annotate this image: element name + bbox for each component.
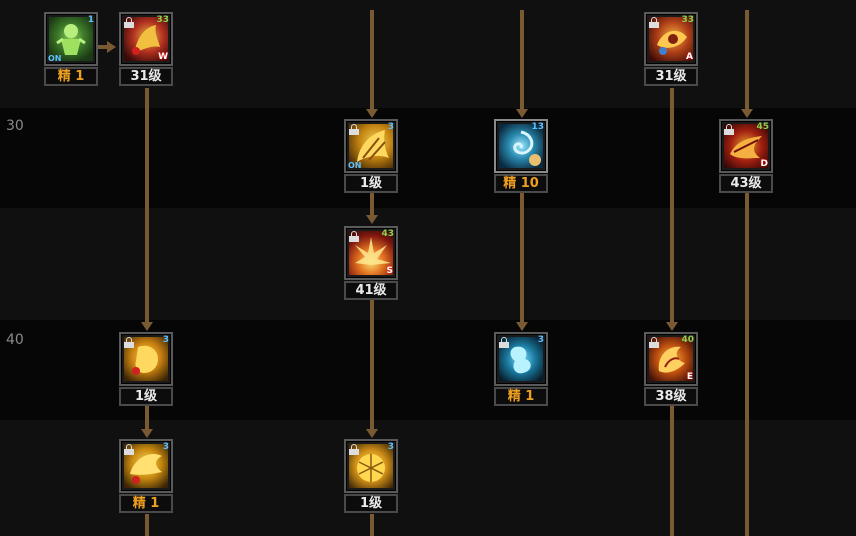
skill-frame: 3 ON (344, 119, 398, 173)
arrow-s12-s5 (141, 429, 153, 438)
lock-icon (124, 444, 134, 455)
connector-s9-s10 (670, 88, 674, 323)
skill-level-label: 1级 (119, 387, 173, 406)
connector-s2-s12 (145, 88, 149, 323)
skill-badge: 33 (156, 15, 169, 25)
connector-s11-down (745, 193, 749, 536)
skill-badge: 40 (681, 335, 694, 345)
connector-s3-s4 (370, 193, 374, 216)
skill-node-s6[interactable]: 3 1级 (344, 439, 398, 513)
connector-top-s3 (370, 10, 374, 110)
skill-level-label: 精 1 (44, 67, 98, 86)
row-label-40: 40 (6, 332, 24, 348)
skill-key-letter: W (158, 52, 168, 62)
connector-s10-down (670, 406, 674, 536)
lock-icon (124, 17, 134, 28)
skill-level-label: 1级 (344, 494, 398, 513)
arrow-s7-s8 (516, 322, 528, 331)
skill-frame: 3 (119, 332, 173, 386)
skill-level-label: 31级 (119, 67, 173, 86)
skill-node-s10[interactable]: 40 E 38级 (644, 332, 698, 406)
skill-badge: 3 (162, 335, 169, 345)
skill-badge: 3 (162, 442, 169, 452)
skill-badge: 3 (387, 122, 394, 132)
arrow-s9-s10 (666, 322, 678, 331)
skill-badge: 43 (381, 229, 394, 239)
skill-level-label: 精 1 (494, 387, 548, 406)
skill-badge: 1 (87, 15, 94, 25)
arrow-s4-s6 (366, 429, 378, 438)
skill-frame: 13 (494, 119, 548, 173)
skill-node-s8[interactable]: 3 精 1 (494, 332, 548, 406)
skill-badge: 45 (756, 122, 769, 132)
skill-frame: 3 (494, 332, 548, 386)
arrow-s1-s2 (107, 41, 116, 53)
on-indicator: ON (48, 54, 62, 63)
connector-top-s11 (745, 10, 749, 110)
skill-node-s11[interactable]: 45 D 43级 (719, 119, 773, 193)
arrow-top-s3 (366, 109, 378, 118)
skill-level-label: 精 1 (119, 494, 173, 513)
on-indicator: ON (348, 161, 362, 170)
skill-node-s1[interactable]: 1 ON 精 1 (44, 12, 98, 86)
skill-frame: 1 ON (44, 12, 98, 66)
lock-icon (724, 124, 734, 135)
skill-frame: 40 E (644, 332, 698, 386)
skill-node-s3[interactable]: 3 ON 1级 (344, 119, 398, 193)
row-label-30: 30 (6, 118, 24, 134)
skill-node-s12[interactable]: 3 1级 (119, 332, 173, 406)
lock-icon (124, 337, 134, 348)
skill-key-letter: E (686, 372, 693, 382)
skill-key-letter: A (686, 52, 693, 62)
skill-node-s2[interactable]: 33 W 31级 (119, 12, 173, 86)
arrow-top-s11 (741, 109, 753, 118)
lock-icon (499, 337, 509, 348)
skill-badge: 3 (387, 442, 394, 452)
skill-frame: 45 D (719, 119, 773, 173)
connector-s7-s8 (520, 193, 524, 323)
arrow-s3-s4 (366, 215, 378, 224)
skill-level-label: 41级 (344, 281, 398, 300)
skill-frame: 3 (344, 439, 398, 493)
skill-key-letter: S (386, 266, 393, 276)
skill-badge: 13 (531, 122, 544, 132)
skill-key-letter: D (760, 159, 768, 169)
skill-level-label: 1级 (344, 174, 398, 193)
skill-badge: 33 (681, 15, 694, 25)
arrow-s2-s12 (141, 322, 153, 331)
skill-level-label: 38级 (644, 387, 698, 406)
skill-frame: 33 W (119, 12, 173, 66)
connector-top-s7 (520, 10, 524, 110)
lock-icon (349, 444, 359, 455)
skill-level-label: 精 10 (494, 174, 548, 193)
connector-s6-down (370, 514, 374, 536)
lock-icon (649, 17, 659, 28)
arrow-top-s7 (516, 109, 528, 118)
connector-s5-down (145, 514, 149, 536)
skill-frame: 33 A (644, 12, 698, 66)
lock-icon (349, 124, 359, 135)
skill-frame: 43 S (344, 226, 398, 280)
lock-icon (349, 231, 359, 242)
skill-level-label: 31级 (644, 67, 698, 86)
skill-node-s9[interactable]: 33 A 31级 (644, 12, 698, 86)
connector-s4-s6 (370, 300, 374, 430)
skill-node-s7[interactable]: 13 精 10 (494, 119, 548, 193)
skill-frame: 3 (119, 439, 173, 493)
skill-node-s5[interactable]: 3 精 1 (119, 439, 173, 513)
skill-badge: 3 (537, 335, 544, 345)
connector-s12-s5 (145, 406, 149, 430)
skill-level-label: 43级 (719, 174, 773, 193)
lock-icon (649, 337, 659, 348)
skill-node-s4[interactable]: 43 S 41级 (344, 226, 398, 300)
